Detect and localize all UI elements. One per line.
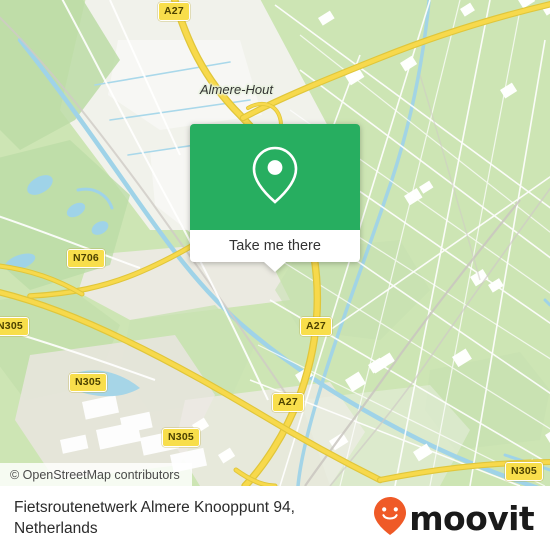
callout-pointer-tip	[264, 262, 286, 272]
map-pin-icon	[248, 143, 302, 212]
location-callout-card[interactable]: Take me there	[190, 124, 360, 272]
road-shield-a27-mid: A27	[300, 317, 332, 336]
address-block: Fietsroutenetwerk Almere Knooppunt 94, N…	[14, 497, 295, 540]
callout-header	[190, 124, 360, 230]
moovit-pin-smiley-icon	[373, 496, 407, 541]
footer-bar: Fietsroutenetwerk Almere Knooppunt 94, N…	[0, 486, 550, 550]
callout-footer[interactable]: Take me there	[190, 230, 360, 272]
moovit-map-screenshot: Almere-Hout A27 N706 N305 A27 N305 A27 N…	[0, 0, 550, 550]
map-canvas[interactable]: Almere-Hout A27 N706 N305 A27 N305 A27 N…	[0, 0, 550, 486]
osm-attribution[interactable]: © OpenStreetMap contributors	[0, 463, 192, 486]
road-shield-a27-south: A27	[272, 393, 304, 412]
address-line-1: Fietsroutenetwerk Almere Knooppunt 94,	[14, 498, 295, 516]
road-shield-n305-left: N305	[69, 373, 107, 392]
road-shield-a27-north: A27	[158, 2, 190, 21]
osm-attribution-text: © OpenStreetMap contributors	[10, 467, 180, 482]
road-shield-n305-bottom-right: N305	[505, 462, 543, 481]
road-shield-n305-west-edge: N305	[0, 317, 29, 336]
take-me-there-button-label: Take me there	[229, 238, 321, 254]
place-label-almere-hout: Almere-Hout	[200, 82, 273, 97]
road-shield-n305-bottom-left: N305	[162, 428, 200, 447]
moovit-wordmark: moovit	[409, 498, 534, 538]
road-shield-n706: N706	[67, 249, 105, 268]
moovit-logo[interactable]: moovit	[373, 496, 535, 541]
address-line-2: Netherlands	[14, 520, 98, 537]
